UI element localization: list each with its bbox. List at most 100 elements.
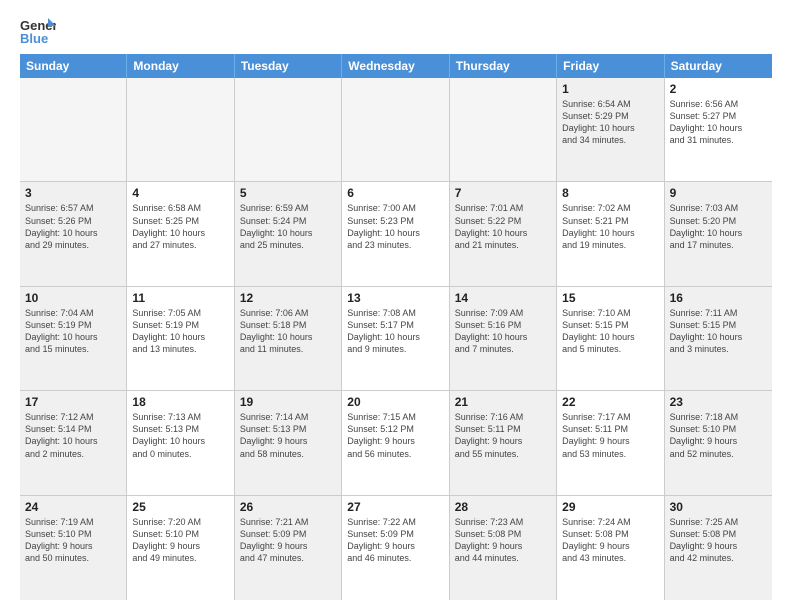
day-cell-11: 11Sunrise: 7:05 AM Sunset: 5:19 PM Dayli… <box>127 287 234 390</box>
day-info: Sunrise: 7:00 AM Sunset: 5:23 PM Dayligh… <box>347 202 443 251</box>
day-number: 1 <box>562 82 658 96</box>
day-info: Sunrise: 7:25 AM Sunset: 5:08 PM Dayligh… <box>670 516 767 565</box>
weekday-header-friday: Friday <box>557 54 664 78</box>
day-info: Sunrise: 7:08 AM Sunset: 5:17 PM Dayligh… <box>347 307 443 356</box>
day-number: 3 <box>25 186 121 200</box>
calendar-week-5: 24 Sunrise: 7:19 AM Sunset: 5:10 PM Dayli… <box>20 496 772 600</box>
day-number: 22 <box>562 395 658 409</box>
calendar-week-1: 1 Sunrise: 6:54 AM Sunset: 5:29 PM Daylig… <box>20 78 772 182</box>
day-cell-26: 26 Sunrise: 7:21 AM Sunset: 5:09 PM Dayli… <box>235 496 342 600</box>
day-number: 6 <box>347 186 443 200</box>
day-number: 21 <box>455 395 551 409</box>
day-info: Sunrise: 7:18 AM Sunset: 5:10 PM Dayligh… <box>670 411 767 460</box>
day-cell-13: 13 Sunrise: 7:08 AM Sunset: 5:17 PM Dayli… <box>342 287 449 390</box>
day-cell-9: 9 Sunrise: 7:03 AM Sunset: 5:20 PM Daylig… <box>665 182 772 285</box>
day-cell-17: 17 Sunrise: 7:12 AM Sunset: 5:14 PM Dayli… <box>20 391 127 494</box>
day-info: Sunrise: 7:09 AM Sunset: 5:16 PM Dayligh… <box>455 307 551 356</box>
day-number: 15 <box>562 291 658 305</box>
day-info: Sunrise: 7:04 AM Sunset: 5:19 PM Dayligh… <box>25 307 121 356</box>
day-cell-20: 20 Sunrise: 7:15 AM Sunset: 5:12 PM Dayli… <box>342 391 449 494</box>
day-cell-22: 22 Sunrise: 7:17 AM Sunset: 5:11 PM Dayli… <box>557 391 664 494</box>
empty-cell <box>20 78 127 181</box>
logo-icon: General Blue <box>20 16 56 46</box>
day-number: 23 <box>670 395 767 409</box>
day-info: Sunrise: 7:05 AM Sunset: 5:19 PM Dayligh… <box>132 307 228 356</box>
day-number: 7 <box>455 186 551 200</box>
day-info: Sunrise: 7:06 AM Sunset: 5:18 PM Dayligh… <box>240 307 336 356</box>
day-number: 20 <box>347 395 443 409</box>
day-cell-10: 10 Sunrise: 7:04 AM Sunset: 5:19 PM Dayli… <box>20 287 127 390</box>
day-cell-2: 2 Sunrise: 6:56 AM Sunset: 5:27 PM Daylig… <box>665 78 772 181</box>
day-info: Sunrise: 7:03 AM Sunset: 5:20 PM Dayligh… <box>670 202 767 251</box>
day-info: Sunrise: 7:20 AM Sunset: 5:10 PM Dayligh… <box>132 516 228 565</box>
day-cell-27: 27 Sunrise: 7:22 AM Sunset: 5:09 PM Dayli… <box>342 496 449 600</box>
day-info: Sunrise: 7:15 AM Sunset: 5:12 PM Dayligh… <box>347 411 443 460</box>
day-number: 26 <box>240 500 336 514</box>
day-info: Sunrise: 7:23 AM Sunset: 5:08 PM Dayligh… <box>455 516 551 565</box>
day-info: Sunrise: 7:01 AM Sunset: 5:22 PM Dayligh… <box>455 202 551 251</box>
empty-cell <box>342 78 449 181</box>
empty-cell <box>235 78 342 181</box>
empty-cell <box>450 78 557 181</box>
calendar-body: 1 Sunrise: 6:54 AM Sunset: 5:29 PM Daylig… <box>20 78 772 600</box>
day-number: 28 <box>455 500 551 514</box>
day-cell-5: 5 Sunrise: 6:59 AM Sunset: 5:24 PM Daylig… <box>235 182 342 285</box>
day-cell-29: 29Sunrise: 7:24 AM Sunset: 5:08 PM Dayli… <box>557 496 664 600</box>
day-number: 16 <box>670 291 767 305</box>
day-number: 13 <box>347 291 443 305</box>
day-number: 14 <box>455 291 551 305</box>
day-info: Sunrise: 7:19 AM Sunset: 5:10 PM Dayligh… <box>25 516 121 565</box>
day-cell-16: 16 Sunrise: 7:11 AM Sunset: 5:15 PM Dayli… <box>665 287 772 390</box>
empty-cell <box>127 78 234 181</box>
day-cell-7: 7 Sunrise: 7:01 AM Sunset: 5:22 PM Daylig… <box>450 182 557 285</box>
weekday-header-saturday: Saturday <box>665 54 772 78</box>
day-cell-25: 25 Sunrise: 7:20 AM Sunset: 5:10 PM Dayli… <box>127 496 234 600</box>
calendar-week-2: 3 Sunrise: 6:57 AM Sunset: 5:26 PM Daylig… <box>20 182 772 286</box>
day-info: Sunrise: 7:22 AM Sunset: 5:09 PM Dayligh… <box>347 516 443 565</box>
day-cell-12: 12 Sunrise: 7:06 AM Sunset: 5:18 PM Dayli… <box>235 287 342 390</box>
day-info: Sunrise: 7:17 AM Sunset: 5:11 PM Dayligh… <box>562 411 658 460</box>
day-info: Sunrise: 6:59 AM Sunset: 5:24 PM Dayligh… <box>240 202 336 251</box>
day-number: 19 <box>240 395 336 409</box>
day-cell-28: 28 Sunrise: 7:23 AM Sunset: 5:08 PM Dayli… <box>450 496 557 600</box>
calendar-week-4: 17 Sunrise: 7:12 AM Sunset: 5:14 PM Dayli… <box>20 391 772 495</box>
day-number: 2 <box>670 82 767 96</box>
day-cell-15: 15 Sunrise: 7:10 AM Sunset: 5:15 PM Dayli… <box>557 287 664 390</box>
day-info: Sunrise: 6:58 AM Sunset: 5:25 PM Dayligh… <box>132 202 228 251</box>
day-number: 25 <box>132 500 228 514</box>
day-info: Sunrise: 7:13 AM Sunset: 5:13 PM Dayligh… <box>132 411 228 460</box>
day-cell-14: 14 Sunrise: 7:09 AM Sunset: 5:16 PM Dayli… <box>450 287 557 390</box>
day-info: Sunrise: 6:56 AM Sunset: 5:27 PM Dayligh… <box>670 98 767 147</box>
day-number: 24 <box>25 500 121 514</box>
day-number: 29 <box>562 500 658 514</box>
page: General Blue SundayMondayTuesdayWednesda… <box>0 0 792 612</box>
day-cell-4: 4Sunrise: 6:58 AM Sunset: 5:25 PM Daylig… <box>127 182 234 285</box>
day-number: 30 <box>670 500 767 514</box>
day-info: Sunrise: 7:11 AM Sunset: 5:15 PM Dayligh… <box>670 307 767 356</box>
day-cell-21: 21 Sunrise: 7:16 AM Sunset: 5:11 PM Dayli… <box>450 391 557 494</box>
weekday-header-thursday: Thursday <box>450 54 557 78</box>
day-number: 10 <box>25 291 121 305</box>
weekday-header-monday: Monday <box>127 54 234 78</box>
day-number: 17 <box>25 395 121 409</box>
day-info: Sunrise: 7:16 AM Sunset: 5:11 PM Dayligh… <box>455 411 551 460</box>
day-number: 12 <box>240 291 336 305</box>
day-number: 9 <box>670 186 767 200</box>
day-number: 5 <box>240 186 336 200</box>
day-number: 18 <box>132 395 228 409</box>
day-number: 8 <box>562 186 658 200</box>
day-info: Sunrise: 7:02 AM Sunset: 5:21 PM Dayligh… <box>562 202 658 251</box>
day-cell-30: 30 Sunrise: 7:25 AM Sunset: 5:08 PM Dayli… <box>665 496 772 600</box>
day-info: Sunrise: 7:21 AM Sunset: 5:09 PM Dayligh… <box>240 516 336 565</box>
day-info: Sunrise: 6:57 AM Sunset: 5:26 PM Dayligh… <box>25 202 121 251</box>
header: General Blue <box>20 16 772 46</box>
calendar-week-3: 10 Sunrise: 7:04 AM Sunset: 5:19 PM Dayli… <box>20 287 772 391</box>
day-number: 27 <box>347 500 443 514</box>
day-cell-24: 24 Sunrise: 7:19 AM Sunset: 5:10 PM Dayli… <box>20 496 127 600</box>
day-info: Sunrise: 7:12 AM Sunset: 5:14 PM Dayligh… <box>25 411 121 460</box>
day-info: Sunrise: 6:54 AM Sunset: 5:29 PM Dayligh… <box>562 98 658 147</box>
day-info: Sunrise: 7:10 AM Sunset: 5:15 PM Dayligh… <box>562 307 658 356</box>
day-cell-3: 3 Sunrise: 6:57 AM Sunset: 5:26 PM Daylig… <box>20 182 127 285</box>
weekday-header-sunday: Sunday <box>20 54 127 78</box>
calendar-header: SundayMondayTuesdayWednesdayThursdayFrid… <box>20 54 772 78</box>
